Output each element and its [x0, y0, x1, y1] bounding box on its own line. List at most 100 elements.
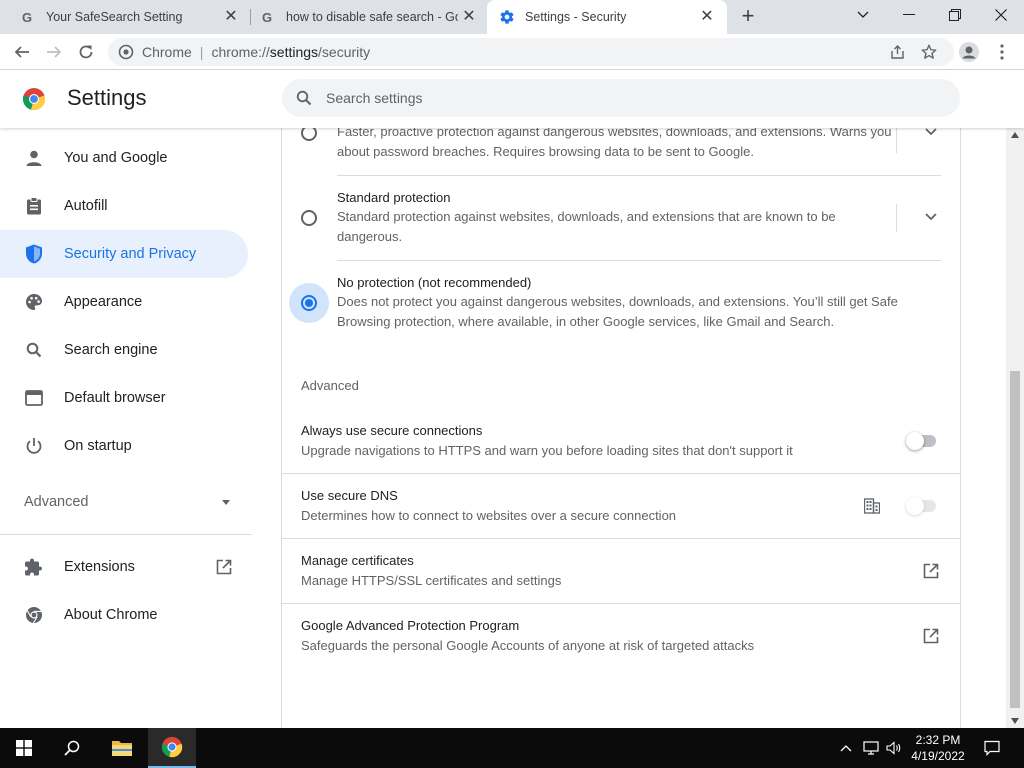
sidebar-item-extensions[interactable]: Extensions [0, 543, 248, 591]
bookmark-star-icon[interactable] [920, 43, 938, 61]
option-divider [337, 260, 941, 261]
open-in-new-icon[interactable] [920, 625, 942, 647]
no-protection-description: Does not protect you against dangerous w… [337, 294, 898, 329]
row-divider [282, 603, 960, 604]
palette-icon [24, 292, 44, 312]
google-g-icon: G [260, 9, 276, 25]
secure-dns-toggle[interactable] [906, 497, 938, 515]
tab-search-chevron-icon[interactable] [840, 0, 886, 30]
sidebar-item-label: Default browser [64, 390, 166, 406]
scroll-up-arrow-icon[interactable] [1011, 132, 1019, 138]
settings-search-box[interactable] [282, 79, 960, 117]
back-arrow-icon[interactable] [10, 40, 34, 64]
tab-disable-safe-search[interactable]: G how to disable safe search - Goo ✕ [252, 0, 485, 34]
taskbar-search-icon[interactable] [48, 728, 96, 768]
secure-dns-title: Use secure DNS [301, 488, 398, 503]
sidebar-item-autofill[interactable]: Autofill [0, 182, 248, 230]
standard-protection-title: Standard protection [337, 190, 451, 205]
advanced-protection-program-description: Safeguards the personal Google Accounts … [301, 638, 755, 653]
clipboard-icon [24, 196, 44, 216]
sidebar-item-about-chrome[interactable]: About Chrome [0, 591, 248, 639]
tab-close-icon[interactable]: ✕ [223, 9, 239, 25]
sidebar-item-label: About Chrome [64, 607, 158, 623]
open-in-new-icon[interactable] [920, 560, 942, 582]
expand-chevron-icon[interactable] [921, 207, 941, 227]
manage-certificates-description: Manage HTTPS/SSL certificates and settin… [301, 573, 562, 588]
url-text: chrome://settings/security [211, 44, 371, 60]
address-bar[interactable]: Chrome | chrome://settings/security [108, 38, 954, 66]
settings-header: Settings [0, 70, 1024, 128]
tab-close-icon[interactable]: ✕ [461, 9, 477, 25]
dropdown-arrow-icon [222, 500, 230, 505]
tab-title: Settings - Security [525, 10, 627, 24]
sidebar-item-you-and-google[interactable]: You and Google [0, 134, 248, 182]
page-title: Settings [67, 85, 147, 110]
tab-close-icon[interactable]: ✕ [699, 9, 715, 25]
windows-start-icon[interactable] [0, 728, 48, 768]
enhanced-protection-description: Faster, proactive protection against dan… [337, 124, 892, 159]
row-divider [282, 473, 960, 474]
secure-dns-description: Determines how to connect to websites ov… [301, 508, 677, 523]
advanced-section-title: Advanced [301, 378, 359, 393]
tab-title: how to disable safe search - Goo [286, 10, 458, 24]
share-icon[interactable] [890, 44, 906, 60]
sidebar-item-default-browser[interactable]: Default browser [0, 374, 248, 422]
svg-text:G: G [262, 10, 272, 24]
settings-gear-icon [499, 9, 515, 25]
forward-arrow-icon[interactable] [42, 40, 66, 64]
kebab-menu-icon[interactable] [990, 40, 1014, 64]
search-icon [294, 88, 314, 108]
chrome-taskbar-icon[interactable] [148, 728, 196, 768]
open-in-new-icon [214, 557, 234, 577]
sidebar-advanced-label: Advanced [24, 494, 89, 510]
network-icon[interactable] [861, 728, 881, 768]
chrome-site-icon[interactable] [118, 44, 134, 60]
sidebar-divider [0, 534, 252, 535]
enterprise-policy-icon[interactable] [862, 496, 882, 516]
puzzle-piece-icon [24, 557, 44, 577]
taskbar-clock[interactable]: 2:32 PM 4/19/2022 [902, 732, 974, 764]
sidebar-item-appearance[interactable]: Appearance [0, 278, 248, 326]
sidebar-item-label: Appearance [64, 294, 143, 310]
search-icon [24, 340, 44, 360]
vertical-separator [896, 125, 897, 153]
sidebar-item-label: Search engine [64, 342, 158, 358]
standard-protection-description: Standard protection against websites, do… [337, 209, 836, 244]
sidebar-item-on-startup[interactable]: On startup [0, 422, 248, 470]
google-g-icon: G [20, 9, 36, 25]
svg-text:G: G [22, 10, 32, 24]
shield-icon [24, 244, 44, 264]
tray-chevron-up-icon[interactable] [838, 728, 854, 768]
sidebar-advanced-toggle[interactable]: Advanced [24, 494, 234, 510]
notifications-icon[interactable] [982, 728, 1002, 768]
scroll-down-arrow-icon[interactable] [1011, 718, 1019, 724]
file-explorer-icon[interactable] [98, 728, 146, 768]
radio-no-protection[interactable] [301, 295, 317, 311]
scrollbar-thumb[interactable] [1010, 371, 1020, 708]
secure-connections-title: Always use secure connections [301, 423, 483, 438]
tab-safesearch-setting[interactable]: G Your SafeSearch Setting ✕ [12, 0, 247, 34]
new-tab-button[interactable]: + [737, 5, 759, 28]
page-scrollbar[interactable] [1006, 128, 1024, 728]
chrome-logo-icon [22, 87, 46, 111]
radio-standard-protection[interactable] [301, 210, 317, 226]
search-settings-input[interactable] [326, 90, 926, 106]
site-name: Chrome [142, 44, 192, 60]
chrome-outline-icon [24, 605, 44, 625]
volume-icon[interactable] [884, 728, 904, 768]
advanced-protection-program-title: Google Advanced Protection Program [301, 618, 520, 633]
secure-connections-description: Upgrade navigations to HTTPS and warn yo… [301, 443, 793, 458]
person-icon [24, 148, 44, 168]
sidebar-item-security-and-privacy[interactable]: Security and Privacy [0, 230, 248, 278]
browser-toolbar: Chrome | chrome://settings/security [0, 34, 1024, 70]
profile-avatar-icon[interactable] [957, 40, 981, 64]
restore-button[interactable] [932, 0, 978, 30]
minimize-button[interactable] [886, 0, 932, 30]
secure-connections-toggle[interactable] [906, 432, 938, 450]
sidebar-item-search-engine[interactable]: Search engine [0, 326, 248, 374]
sidebar-item-label: You and Google [64, 150, 168, 166]
tab-settings-security[interactable]: Settings - Security ✕ [487, 0, 727, 34]
reload-icon[interactable] [74, 40, 98, 64]
close-window-button[interactable] [978, 0, 1024, 30]
settings-sidebar: You and Google Autofill Security and Pri… [0, 128, 280, 728]
